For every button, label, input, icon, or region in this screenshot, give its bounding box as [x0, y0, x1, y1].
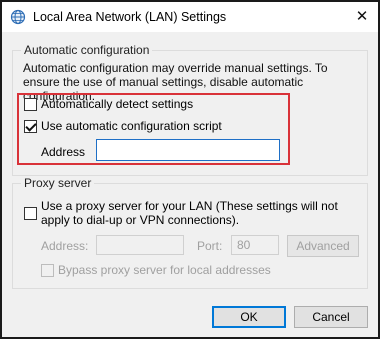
dialog-body: Automatic configuration Automatic config… — [2, 32, 378, 337]
ok-button[interactable]: OK — [212, 306, 286, 328]
auto-detect-checkbox[interactable] — [24, 98, 37, 111]
advanced-button[interactable]: Advanced — [287, 235, 359, 257]
auto-config-script-label[interactable]: Use automatic configuration script — [41, 119, 222, 133]
bypass-local-checkbox[interactable] — [41, 264, 54, 277]
proxy-server-label: Proxy server — [21, 176, 95, 190]
proxy-port-value: 80 — [237, 238, 251, 252]
network-globe-icon — [10, 9, 26, 25]
auto-detect-label[interactable]: Automatically detect settings — [41, 97, 193, 111]
address-label: Address — [41, 145, 86, 159]
close-button[interactable]: ✕ — [352, 7, 372, 27]
automatic-configuration-label: Automatic configuration — [21, 43, 153, 57]
window-title: Local Area Network (LAN) Settings — [33, 10, 227, 24]
auto-config-address-input[interactable] — [96, 139, 280, 161]
use-proxy-checkbox[interactable] — [24, 207, 37, 220]
auto-config-script-checkbox[interactable] — [24, 120, 37, 133]
title-bar: Local Area Network (LAN) Settings ✕ — [2, 2, 378, 32]
bypass-local-label[interactable]: Bypass proxy server for local addresses — [58, 263, 271, 277]
proxy-port-input[interactable]: 80 — [231, 235, 279, 255]
proxy-port-label: Port: — [197, 239, 223, 253]
proxy-address-input[interactable] — [96, 235, 184, 255]
cancel-button[interactable]: Cancel — [294, 306, 368, 328]
use-proxy-label[interactable]: Use a proxy server for your LAN (These s… — [41, 199, 363, 227]
proxy-address-label: Address: — [41, 239, 89, 253]
lan-settings-dialog: Local Area Network (LAN) Settings ✕ Auto… — [0, 0, 380, 339]
